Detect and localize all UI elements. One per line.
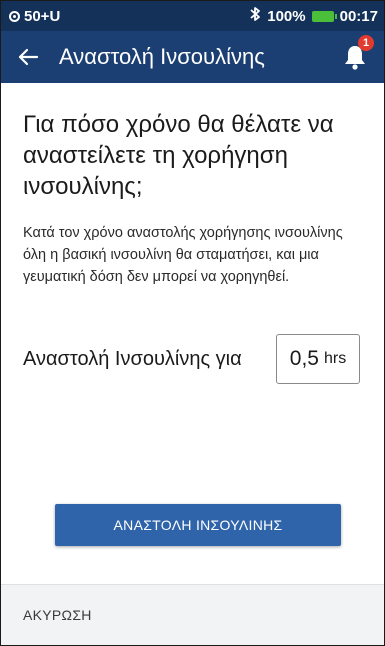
clock: 00:17 xyxy=(339,7,378,25)
status-right: 100% 00:17 xyxy=(249,6,378,26)
status-bar: 50+U 100% 00:17 xyxy=(1,1,384,31)
duration-input[interactable]: 0,5 hrs xyxy=(276,334,360,384)
battery-icon xyxy=(311,10,337,22)
suspend-insulin-button[interactable]: ΑΝΑΣΤΟΛΗ ΙΝΣΟΥΛΙΝΗΣ xyxy=(55,504,341,546)
main-content: Για πόσο χρόνο θα θέλατε να αναστείλετε … xyxy=(1,109,384,384)
page-title: Αναστολή Ινσουλίνης xyxy=(59,44,265,69)
bluetooth-icon xyxy=(249,6,261,26)
bell-icon xyxy=(342,46,368,75)
battery-percent: 100% xyxy=(267,7,306,25)
pod-label: 50+U xyxy=(24,7,61,25)
description-text: Κατά τον χρόνο αναστολής χορήγησης ινσου… xyxy=(23,225,343,285)
question-heading: Για πόσο χρόνο θα θέλατε να αναστείλετε … xyxy=(23,111,334,200)
duration-row: Αναστολή Ινσουλίνης για 0,5 hrs xyxy=(23,334,362,384)
notifications-button[interactable]: 1 xyxy=(342,35,374,71)
duration-unit: hrs xyxy=(323,350,347,367)
status-left: 50+U xyxy=(9,8,60,25)
cancel-button[interactable]: ΑΚΥΡΩΣΗ xyxy=(23,607,92,623)
pod-icon xyxy=(9,10,20,22)
footer-bar: ΑΚΥΡΩΣΗ xyxy=(1,584,384,645)
duration-label: Αναστολή Ινσουλίνης για xyxy=(23,348,242,370)
notification-badge: 1 xyxy=(358,35,374,51)
back-arrow-icon[interactable] xyxy=(15,44,41,70)
app-bar: Αναστολή Ινσουλίνης 1 xyxy=(1,31,384,83)
screen: 50+U 100% 00:17 Αναστολή Ινσουλίνης 1 Γι… xyxy=(0,0,385,646)
duration-value: 0,5 xyxy=(289,347,319,370)
